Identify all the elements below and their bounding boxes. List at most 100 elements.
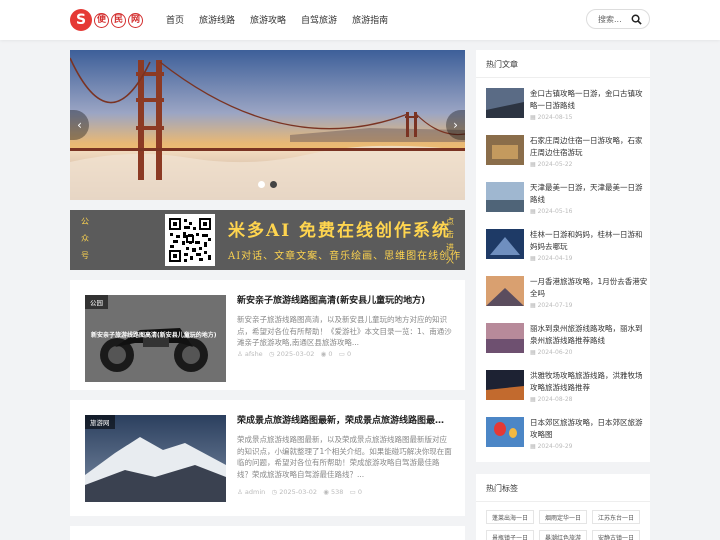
post-views: 538 (330, 488, 344, 496)
hot-article-item[interactable]: 日本郊区旅游攻略，日本郊区旅游攻略图 ▦ 2024-09-29 (486, 417, 646, 457)
tag-link[interactable]: 蓬莱出海一日 (486, 510, 534, 524)
hot-article-date: ▦ 2024-08-15 (530, 114, 573, 121)
hot-articles-widget: 热门文章 金口古镇攻略一日游，金口古镇攻略一日游路线 ▦ 2024-08-15 … (476, 50, 650, 462)
main-nav: 首页 旅游线路 旅游攻略 自驾旅游 旅游指南 (166, 13, 403, 26)
post-views: 0 (328, 350, 333, 358)
post-category-badge[interactable]: 公园 (85, 295, 108, 309)
post-card[interactable]: 旅游网 荣成景点旅游线路图最新，荣成景点旅游线路图最新版 荣成景点旅游线路图最新… (70, 400, 465, 516)
post-comments[interactable]: 0 (347, 350, 351, 358)
logo-char: 民 (111, 12, 126, 28)
slider-dot-2[interactable] (270, 181, 277, 188)
calendar-icon: ▦ (530, 114, 536, 121)
post-title[interactable]: 新安亲子旅游线路图高清(新安县儿童玩的地方) (237, 294, 452, 308)
author-icon: ♙ (237, 350, 243, 358)
tag-link[interactable]: 烟雨定华一日 (539, 510, 587, 524)
hot-article-title[interactable]: 石家庄周边住宿一日游攻略，石家庄周边住宿游玩 (530, 135, 648, 159)
post-author[interactable]: admin (245, 488, 265, 496)
hot-article-thumbnail[interactable] (486, 370, 524, 400)
hot-article-date: ▦ 2024-04-19 (530, 255, 573, 262)
post-thumbnail[interactable]: 旅游网 (85, 415, 226, 502)
hot-article-thumbnail[interactable] (486, 276, 524, 306)
post-date: 2025-03-02 (279, 488, 318, 496)
hot-article-item[interactable]: 丽水到泉州旅游线路攻略，丽水到泉州旅游线路推荐路线 ▦ 2024-06-20 (486, 323, 646, 363)
hot-article-title[interactable]: 一月香港旅游攻略，1月份去香港安全吗 (530, 276, 648, 300)
slider-dot-1[interactable] (258, 181, 265, 188)
post-thumbnail[interactable]: 公园 新安亲子旅游线路图高清(新安县儿童玩的地方) (85, 295, 226, 382)
tag-link[interactable]: 江苏东台一日 (592, 510, 640, 524)
calendar-icon: ▦ (530, 443, 536, 450)
nav-home[interactable]: 首页 (166, 13, 184, 26)
hot-article-title[interactable]: 天津最美一日游，天津最美一日游路线 (530, 182, 648, 206)
eye-icon: ◉ (320, 350, 327, 358)
tag-link[interactable]: 安静古镇一日 (592, 530, 640, 540)
clock-icon: ◷ (268, 350, 275, 358)
post-card[interactable]: 公园 新安亲子旅游线路图高清(新安县儿童玩的地方) 新安亲子旅游线路图高清(新安… (70, 280, 465, 390)
hot-article-title[interactable]: 洪雅牧场攻略旅游线路，洪雅牧场攻略旅游线路推荐 (530, 370, 648, 394)
post-date: 2025-03-02 (276, 350, 315, 358)
post-meta: ♙ afshe ◷ 2025-03-02 ◉ 0 ▭ 0 (237, 350, 351, 358)
hot-tags-widget: 热门标签 蓬莱出海一日 烟雨定华一日 江苏东台一日 景瓶镇子一日 暴潮红色旅游 … (476, 474, 650, 540)
hot-article-date: ▦ 2024-06-20 (530, 349, 573, 356)
calendar-icon: ▦ (530, 302, 536, 309)
post-meta: ♙ admin ◷ 2025-03-02 ◉ 538 ▭ 0 (237, 488, 362, 496)
hot-article-date: ▦ 2024-05-22 (530, 161, 573, 168)
nav-guides[interactable]: 旅游攻略 (250, 13, 286, 26)
clock-icon: ◷ (271, 488, 278, 496)
post-comments[interactable]: 0 (358, 488, 362, 496)
hot-article-thumbnail[interactable] (486, 323, 524, 353)
widget-title: 热门标签 (486, 484, 518, 493)
hot-article-title[interactable]: 金口古镇攻略一日游，金口古镇攻略一日游路线 (530, 88, 648, 112)
hot-article-item[interactable]: 一月香港旅游攻略，1月份去香港安全吗 ▦ 2024-07-19 (486, 276, 648, 316)
hot-article-item[interactable]: 天津最美一日游，天津最美一日游路线 ▦ 2024-05-16 (486, 182, 646, 222)
site-logo[interactable]: S 便 民 网 (70, 7, 143, 33)
comment-icon: ▭ (338, 350, 345, 358)
bridge-photo (70, 50, 465, 200)
search-placeholder: 搜索... (598, 15, 622, 24)
widget-title: 热门文章 (486, 60, 518, 69)
hot-article-item[interactable]: 桂林一日游和妈妈，桂林一日游和妈妈去哪玩 ▦ 2024-04-19 (486, 229, 646, 269)
post-title[interactable]: 荣成景点旅游线路图最新，荣成景点旅游线路图最新版 (237, 414, 452, 428)
nav-travel-guide[interactable]: 旅游指南 (352, 13, 388, 26)
divider (476, 501, 650, 502)
logo-mark-icon: S (70, 9, 92, 31)
banner-right-vertical: 点 击 进 入 (446, 217, 454, 265)
banner-left-vertical: 公 众 号 (81, 217, 89, 260)
ad-banner[interactable]: 公 众 号 米多AI 免费在线创作系统 AI对话、文章文案、音乐绘画、思维图在线… (70, 210, 465, 270)
hot-article-item[interactable]: 石家庄周边住宿一日游攻略，石家庄周边住宿游玩 ▦ 2024-05-22 (486, 135, 646, 175)
image-slider[interactable]: ‹ › (70, 50, 465, 200)
search-icon[interactable] (631, 14, 642, 25)
post-excerpt: 荣成景点旅游线路图最新，以及荣成景点旅游线路图最新版对应的知识点，小编就整理了1… (237, 435, 452, 479)
hot-article-title[interactable]: 丽水到泉州旅游线路攻略，丽水到泉州旅游线路推荐路线 (530, 323, 648, 347)
hot-article-thumbnail[interactable] (486, 88, 524, 118)
search-input[interactable]: 搜索... (586, 9, 650, 29)
tag-link[interactable]: 暴潮红色旅游 (539, 530, 587, 540)
logo-char: 网 (128, 12, 143, 28)
hot-article-title[interactable]: 日本郊区旅游攻略，日本郊区旅游攻略图 (530, 417, 648, 441)
author-icon: ♙ (237, 488, 243, 496)
top-header: S 便 民 网 首页 旅游线路 旅游攻略 自驾旅游 旅游指南 搜索... (0, 0, 720, 40)
calendar-icon: ▦ (530, 349, 536, 356)
hot-article-date: ▦ 2024-07-19 (530, 302, 573, 309)
logo-char: 便 (94, 12, 109, 28)
post-author[interactable]: afshe (245, 350, 263, 358)
hot-article-item[interactable]: 洪雅牧场攻略旅游线路，洪雅牧场攻略旅游线路推荐 ▦ 2024-08-28 (486, 370, 646, 410)
tag-link[interactable]: 景瓶镇子一日 (486, 530, 534, 540)
hot-article-title[interactable]: 桂林一日游和妈妈，桂林一日游和妈妈去哪玩 (530, 229, 648, 253)
hot-article-date: ▦ 2024-05-16 (530, 208, 573, 215)
hot-article-thumbnail[interactable] (486, 417, 524, 447)
eye-icon: ◉ (323, 488, 329, 496)
banner-headline: 米多AI 免费在线创作系统 (228, 221, 452, 241)
qr-code-icon (165, 214, 215, 266)
hot-article-date: ▦ 2024-08-28 (530, 396, 573, 403)
hot-article-thumbnail[interactable] (486, 182, 524, 212)
comment-icon: ▭ (349, 488, 356, 496)
post-card[interactable] (70, 526, 465, 540)
hot-article-item[interactable]: 金口古镇攻略一日游，金口古镇攻略一日游路线 ▦ 2024-08-15 (486, 88, 646, 128)
hot-article-thumbnail[interactable] (486, 135, 524, 165)
calendar-icon: ▦ (530, 396, 536, 403)
nav-selfdrive[interactable]: 自驾旅游 (301, 13, 337, 26)
hot-article-thumbnail[interactable] (486, 229, 524, 259)
calendar-icon: ▦ (530, 255, 536, 262)
post-category-badge[interactable]: 旅游网 (85, 415, 115, 429)
nav-routes[interactable]: 旅游线路 (199, 13, 235, 26)
